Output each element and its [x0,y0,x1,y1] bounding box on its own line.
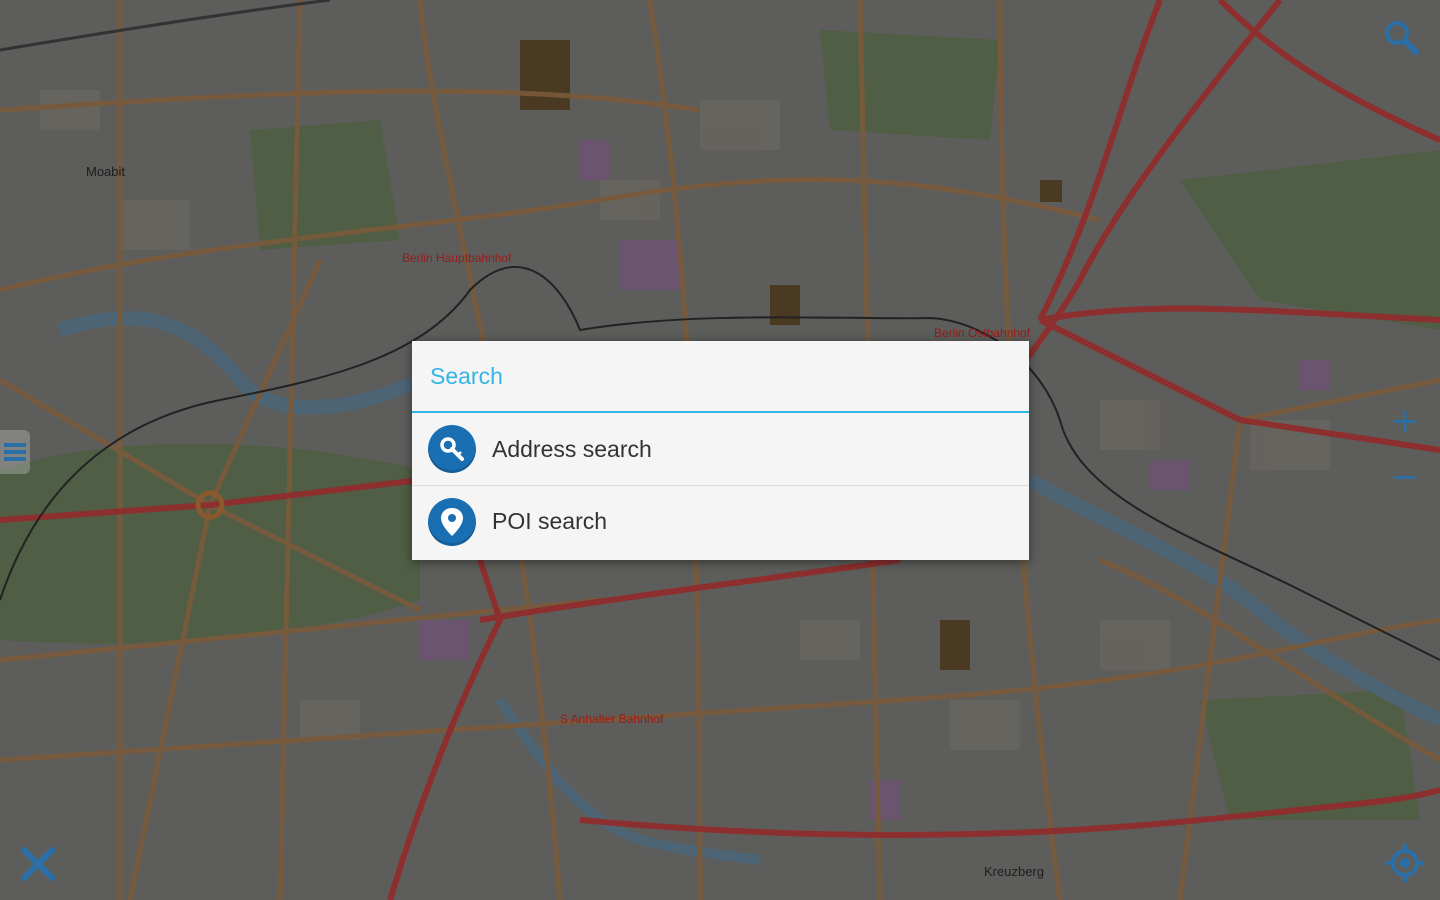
search-magnifier-icon [1385,21,1419,55]
close-button[interactable] [14,840,62,888]
map-label-kreuzberg: Kreuzberg [984,864,1044,879]
zoom-out-button[interactable]: − [1384,456,1426,498]
crosshair-location-icon [1386,844,1424,882]
poi-search-label: POI search [492,508,608,534]
my-location-button[interactable] [1380,838,1430,888]
layers-menu-button[interactable] [0,430,30,474]
map-label-moabit: Moabit [86,164,126,179]
map-search-button[interactable] [1376,12,1428,64]
map-label-hauptbahnhof: Berlin Hauptbahnhof [402,251,512,265]
poi-search-item[interactable]: POI search [412,485,1029,557]
map-label-anhalter-bahnhof: S Anhalter Bahnhof [560,712,664,726]
address-search-label: Address search [492,435,652,462]
search-dialog: Search Address search POI search [412,341,1029,560]
dialog-title: Search [412,341,1029,413]
poi-location-pin-icon [428,497,476,546]
map-label-ostbahnhof: Berlin Ostbahnhof [934,326,1031,340]
zoom-in-button[interactable]: + [1384,400,1426,442]
address-search-item[interactable]: Address search [412,413,1029,485]
address-search-icon [428,425,476,473]
list-icon [4,443,26,461]
close-icon [21,847,55,881]
